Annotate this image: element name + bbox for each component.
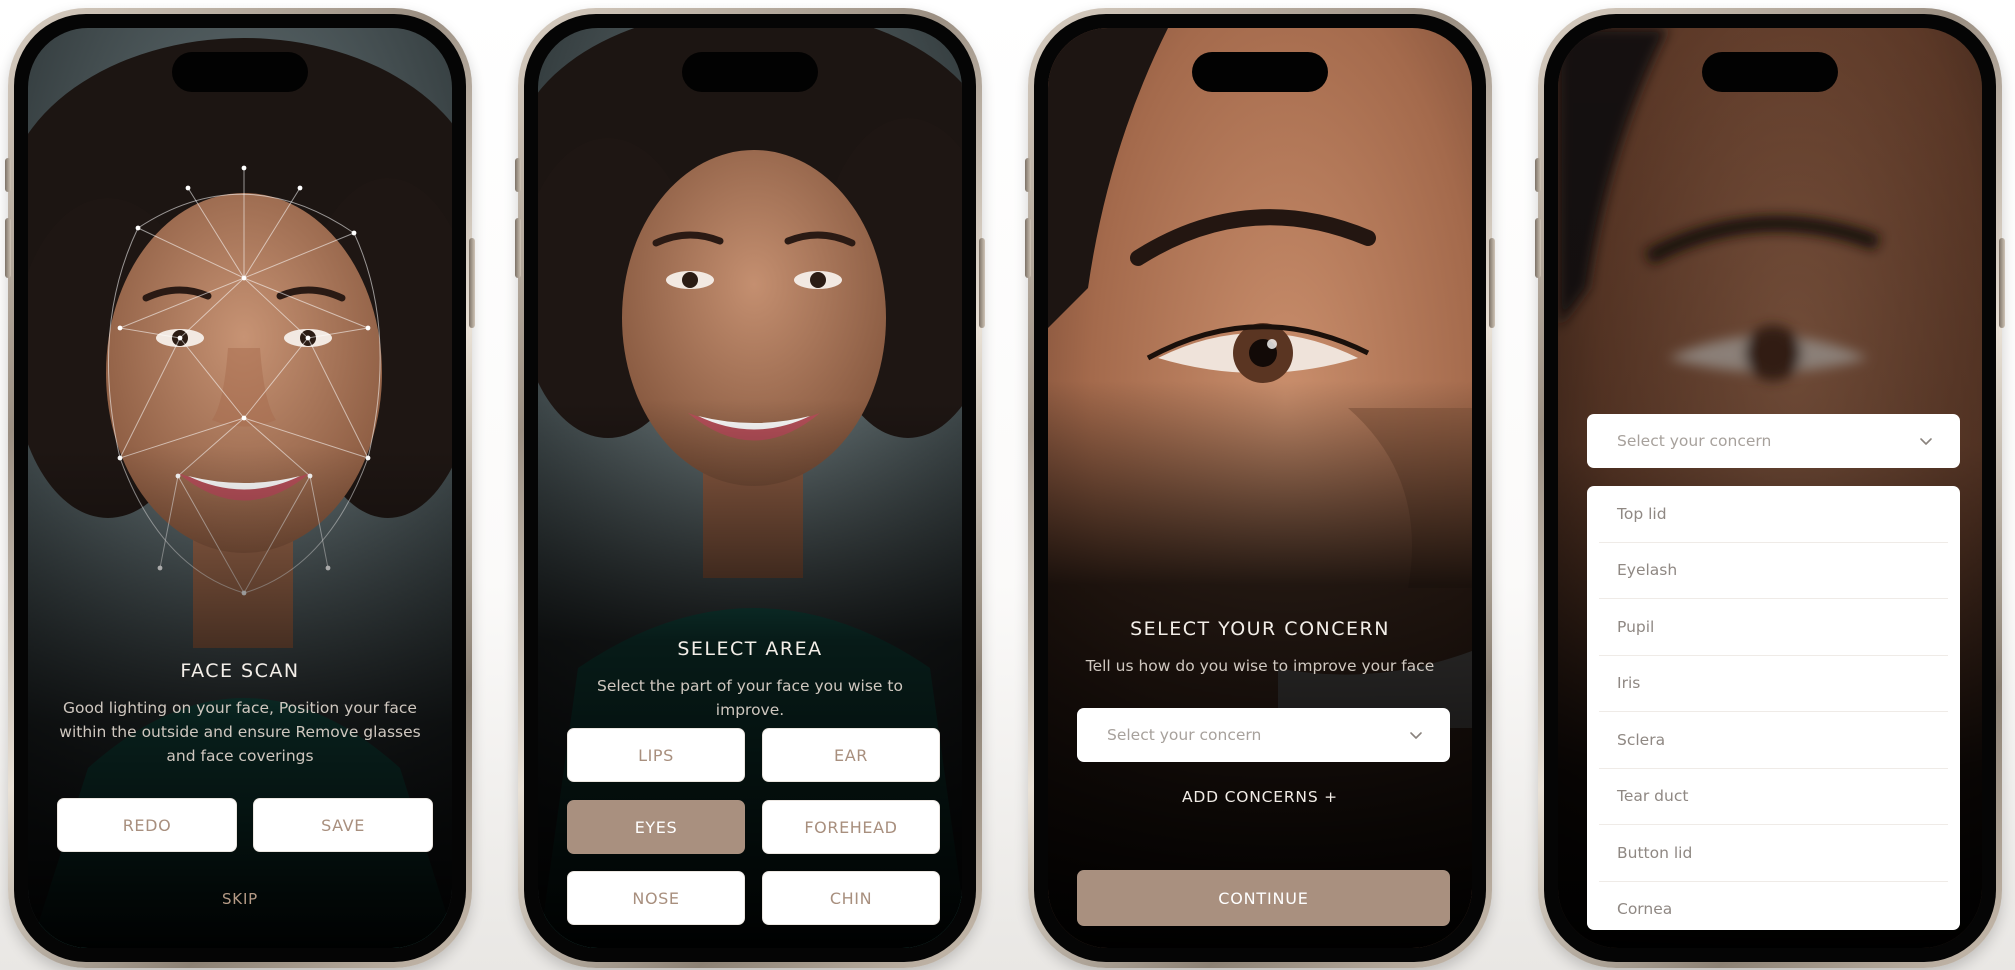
side-button <box>5 158 11 192</box>
save-button[interactable]: SAVE <box>253 798 433 852</box>
dropdown-option-top-lid[interactable]: Top lid <box>1599 486 1948 543</box>
eye-closeup-photo <box>1048 28 1472 948</box>
area-option-forehead[interactable]: FOREHEAD <box>762 800 940 854</box>
phone-concern-dropdown: Select your concern Top lid Eyelash Pupi… <box>1535 8 2005 968</box>
area-option-lips[interactable]: LIPS <box>567 728 745 782</box>
phone-select-concern: SELECT YOUR CONCERN Tell us how do you w… <box>1025 8 1495 968</box>
concern-select-placeholder: Select your concern <box>1617 432 1772 450</box>
side-button <box>1025 218 1031 278</box>
area-option-ear[interactable]: EAR <box>762 728 940 782</box>
side-button <box>515 218 521 278</box>
skip-link[interactable]: SKIP <box>28 890 452 908</box>
phone-select-area: SELECT AREA Select the part of your face… <box>515 8 985 968</box>
dropdown-option-eyelash[interactable]: Eyelash <box>1599 543 1948 599</box>
concern-dropdown-menu: Top lid Eyelash Pupil Iris Sclera Tear d… <box>1587 486 1960 930</box>
dynamic-island <box>1192 52 1328 92</box>
side-button <box>469 238 475 328</box>
side-button <box>1025 158 1031 192</box>
area-option-nose[interactable]: NOSE <box>567 871 745 925</box>
dropdown-option-button-lid[interactable]: Button lid <box>1599 825 1948 882</box>
concern-select[interactable]: Select your concern <box>1077 708 1450 762</box>
side-button <box>1535 218 1541 278</box>
side-button <box>979 238 985 328</box>
redo-button[interactable]: REDO <box>57 798 237 852</box>
dropdown-option-pupil[interactable]: Pupil <box>1599 599 1948 656</box>
screen-description: Good lighting on your face, Position you… <box>59 699 421 765</box>
dropdown-option-iris[interactable]: Iris <box>1599 656 1948 712</box>
screen-description: Tell us how do you wise to improve your … <box>1085 657 1435 675</box>
bezel: Select your concern Top lid Eyelash Pupi… <box>1544 14 1996 962</box>
chevron-down-icon <box>1920 438 1932 445</box>
screen-concern-dropdown: Select your concern Top lid Eyelash Pupi… <box>1558 28 1982 948</box>
bezel: SELECT YOUR CONCERN Tell us how do you w… <box>1034 14 1486 962</box>
screen-title: SELECT AREA <box>677 638 823 660</box>
side-button <box>515 158 521 192</box>
screen-select-concern: SELECT YOUR CONCERN Tell us how do you w… <box>1048 28 1472 948</box>
screen-description: Select the part of your face you wise to… <box>597 677 903 719</box>
phone-face-scan: FACE SCAN Good lighting on your face, Po… <box>5 8 475 968</box>
concern-select-placeholder: Select your concern <box>1107 726 1262 744</box>
dropdown-option-cornea[interactable]: Cornea <box>1599 882 1948 938</box>
side-button <box>5 218 11 278</box>
dynamic-island <box>172 52 308 92</box>
mockup-stage: FACE SCAN Good lighting on your face, Po… <box>0 0 2015 970</box>
screen-title: SELECT YOUR CONCERN <box>1130 618 1390 640</box>
bezel: FACE SCAN Good lighting on your face, Po… <box>14 14 466 962</box>
side-button <box>1535 158 1541 192</box>
area-option-chin[interactable]: CHIN <box>762 871 940 925</box>
continue-button[interactable]: CONTINUE <box>1077 870 1450 926</box>
screen-face-scan: FACE SCAN Good lighting on your face, Po… <box>28 28 452 948</box>
dropdown-option-tear-duct[interactable]: Tear duct <box>1599 769 1948 825</box>
side-button <box>1999 238 2005 328</box>
dynamic-island <box>1702 52 1838 92</box>
screen-title: FACE SCAN <box>180 660 300 682</box>
chevron-down-icon <box>1410 732 1422 739</box>
dynamic-island <box>682 52 818 92</box>
area-option-eyes[interactable]: EYES <box>567 800 745 854</box>
dropdown-option-sclera[interactable]: Sclera <box>1599 712 1948 769</box>
screen-select-area: SELECT AREA Select the part of your face… <box>538 28 962 948</box>
side-button <box>1489 238 1495 328</box>
bezel: SELECT AREA Select the part of your face… <box>524 14 976 962</box>
add-concerns-button[interactable]: ADD CONCERNS + <box>1048 788 1472 806</box>
concern-select[interactable]: Select your concern <box>1587 414 1960 468</box>
